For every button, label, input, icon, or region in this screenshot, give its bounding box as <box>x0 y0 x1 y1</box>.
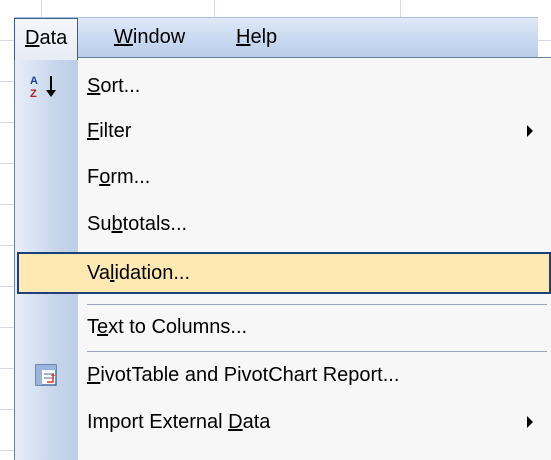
menu-bar: Data Window Help <box>14 17 538 60</box>
menu-item-pivottable[interactable]: PivotTable and PivotChart Report... <box>15 354 551 396</box>
spreadsheet-background: Data Window Help A Z Sort... Filter Form… <box>0 0 551 460</box>
data-menu-dropdown: A Z Sort... Filter Form... Subtotals... … <box>14 57 551 460</box>
menu-item-label: Import External Data <box>87 411 271 433</box>
menu-item-label: Sort... <box>87 75 141 97</box>
menu-item-subtotals[interactable]: Subtotals... <box>15 203 551 245</box>
menu-item-sort[interactable]: A Z Sort... <box>15 65 551 107</box>
submenu-arrow-icon <box>527 125 533 137</box>
menu-item-text-to-columns[interactable]: Text to Columns... <box>15 306 551 348</box>
menu-item-form[interactable]: Form... <box>15 156 551 198</box>
menu-window[interactable]: Window <box>104 18 195 56</box>
submenu-arrow-icon <box>527 416 533 428</box>
menu-item-label: PivotTable and PivotChart Report... <box>87 364 400 386</box>
menu-separator <box>87 304 547 305</box>
menu-item-import-external-data[interactable]: Import External Data <box>15 401 551 443</box>
menu-item-label: Text to Columns... <box>87 316 248 338</box>
menu-separator <box>87 351 547 352</box>
menu-item-label: Form... <box>87 166 151 188</box>
pivot-table-icon <box>35 364 57 386</box>
svg-text:Z: Z <box>30 88 37 99</box>
menu-item-label: Subtotals... <box>87 213 188 235</box>
menu-help[interactable]: Help <box>226 18 287 56</box>
menu-item-validation[interactable]: Validation... <box>17 252 551 294</box>
svg-text:A: A <box>30 75 38 87</box>
sort-ascending-icon: A Z <box>30 75 56 99</box>
menu-data[interactable]: Data <box>14 18 79 60</box>
menu-item-label: Filter <box>87 120 132 142</box>
menu-item-label: Validation... <box>87 262 191 284</box>
menu-item-filter[interactable]: Filter <box>15 110 551 152</box>
